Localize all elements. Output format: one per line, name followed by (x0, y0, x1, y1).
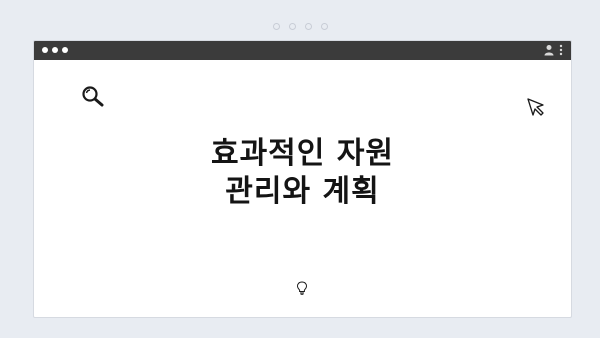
page-title: 효과적인 자원 관리와 계획 (34, 135, 571, 211)
pagination-dot (320, 23, 328, 30)
cursor-icon (526, 97, 546, 121)
search-icon (81, 85, 105, 111)
pagination-dots (0, 23, 600, 30)
minimize-window-button[interactable] (52, 47, 58, 53)
titlebar-actions (544, 44, 563, 56)
pagination-dot (288, 23, 296, 30)
slide-content: 효과적인 자원 관리와 계획 (34, 60, 571, 317)
lightbulb-icon (296, 280, 308, 299)
user-icon[interactable] (544, 44, 554, 56)
screen: 효과적인 자원 관리와 계획 (0, 0, 600, 338)
window-controls (42, 47, 68, 53)
title-line-2: 관리와 계획 (225, 174, 380, 209)
more-vertical-icon[interactable] (559, 44, 563, 56)
maximize-window-button[interactable] (62, 47, 68, 53)
close-window-button[interactable] (42, 47, 48, 53)
pagination-dot (304, 23, 312, 30)
window-titlebar (34, 41, 571, 60)
browser-window: 효과적인 자원 관리와 계획 (33, 40, 572, 318)
pagination-dot (272, 23, 280, 30)
title-line-1: 효과적인 자원 (210, 136, 395, 171)
